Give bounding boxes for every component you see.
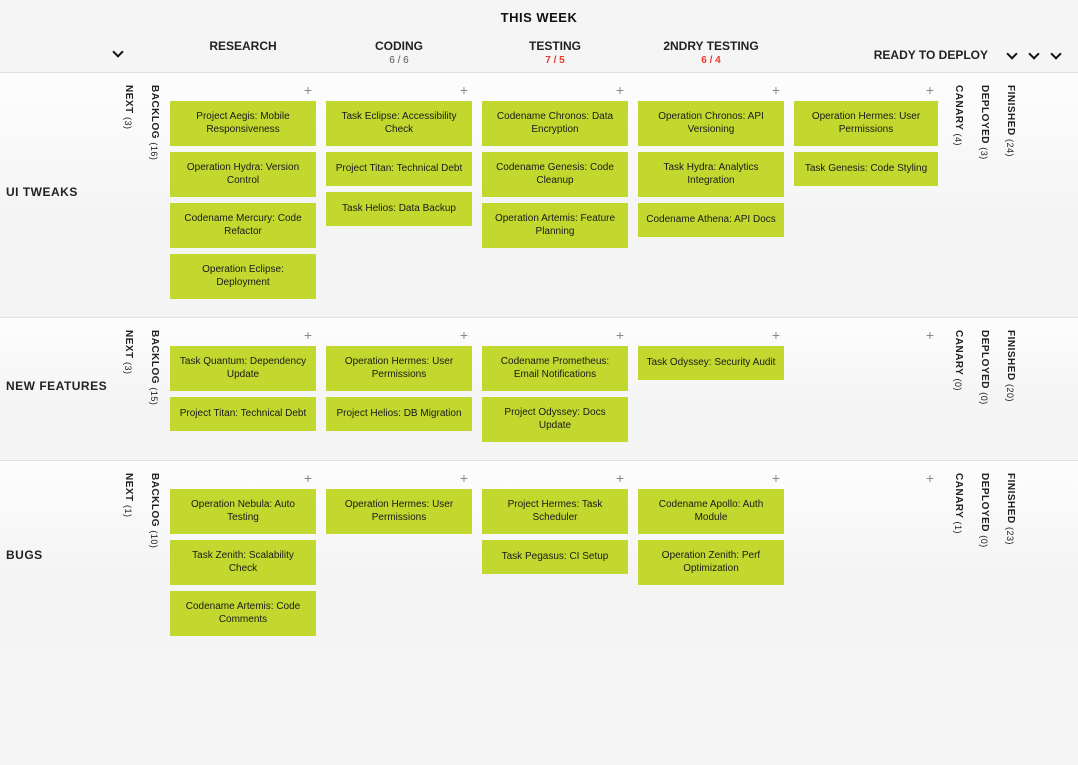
card[interactable]: Task Quantum: Dependency Update — [170, 346, 316, 391]
col-header-testing[interactable]: TESTING — [480, 33, 630, 55]
card[interactable]: Task Eclipse: Accessibility Check — [326, 101, 472, 146]
add-card-icon[interactable]: + — [794, 330, 938, 340]
card[interactable]: Project Odyssey: Docs Update — [482, 397, 628, 442]
collapse-right-3[interactable] — [1048, 46, 1064, 62]
add-card-icon[interactable]: + — [638, 85, 784, 95]
wip-research — [168, 55, 318, 61]
collapsed-deployed[interactable]: DEPLOYED (0) — [972, 469, 992, 552]
add-card-icon[interactable]: + — [482, 85, 628, 95]
ready-to-deploy-header: READY TO DEPLOY — [874, 48, 988, 62]
collapsed-finished[interactable]: FINISHED (20) — [998, 326, 1018, 406]
col-ready[interactable]: + Operation Hermes: User Permissions Task … — [792, 81, 940, 190]
add-card-icon[interactable]: + — [170, 473, 316, 483]
card[interactable]: Task Hydra: Analytics Integration — [638, 152, 784, 197]
collapsed-backlog[interactable]: BACKLOG (16) — [142, 81, 162, 164]
collapsed-next[interactable]: NEXT (1) — [116, 469, 136, 521]
collapsed-canary[interactable]: CANARY (1) — [946, 469, 966, 538]
add-card-icon[interactable]: + — [638, 473, 784, 483]
add-card-icon[interactable]: + — [170, 330, 316, 340]
card[interactable]: Operation Zenith: Perf Optimization — [638, 540, 784, 585]
collapsed-deployed[interactable]: DEPLOYED (3) — [972, 81, 992, 164]
card[interactable]: Codename Apollo: Auth Module — [638, 489, 784, 534]
col-ready[interactable]: + — [792, 326, 940, 344]
add-card-icon[interactable]: + — [326, 473, 472, 483]
add-card-icon[interactable]: + — [170, 85, 316, 95]
card[interactable]: Codename Chronos: Data Encryption — [482, 101, 628, 146]
card[interactable]: Codename Mercury: Code Refactor — [170, 203, 316, 248]
card[interactable]: Codename Athena: API Docs — [638, 203, 784, 237]
card[interactable]: Operation Chronos: API Versioning — [638, 101, 784, 146]
add-card-icon[interactable]: + — [794, 473, 938, 483]
col-testing[interactable]: + Codename Chronos: Data Encryption Codena… — [480, 81, 630, 252]
card[interactable]: Operation Hermes: User Permissions — [794, 101, 938, 146]
collapsed-next[interactable]: NEXT (3) — [116, 326, 136, 378]
card[interactable]: Operation Hermes: User Permissions — [326, 346, 472, 391]
col-secondary[interactable]: + Operation Chronos: API Versioning Task H… — [636, 81, 786, 241]
add-card-icon[interactable]: + — [794, 85, 938, 95]
col-ready[interactable]: + — [792, 469, 940, 487]
lane-label[interactable]: BUGS — [0, 548, 110, 562]
card[interactable]: Project Aegis: Mobile Responsiveness — [170, 101, 316, 146]
col-secondary[interactable]: + Task Odyssey: Security Audit — [636, 326, 786, 384]
card[interactable]: Project Hermes: Task Scheduler — [482, 489, 628, 534]
card[interactable]: Task Helios: Data Backup — [326, 192, 472, 226]
add-card-icon[interactable]: + — [482, 473, 628, 483]
card[interactable]: Codename Genesis: Code Cleanup — [482, 152, 628, 197]
collapsed-finished[interactable]: FINISHED (23) — [998, 469, 1018, 549]
card[interactable]: Codename Prometheus: Email Notifications — [482, 346, 628, 391]
col-secondary[interactable]: + Codename Apollo: Auth Module Operation Z… — [636, 469, 786, 589]
add-card-icon[interactable]: + — [482, 330, 628, 340]
col-research[interactable]: + Operation Nebula: Auto Testing Task Zeni… — [168, 469, 318, 640]
card[interactable]: Project Titan: Technical Debt — [170, 397, 316, 431]
collapsed-finished[interactable]: FINISHED (24) — [998, 81, 1018, 161]
col-testing[interactable]: + Project Hermes: Task Scheduler Task Pega… — [480, 469, 630, 578]
wip-secondary: 6 / 4 — [636, 55, 786, 72]
col-research[interactable]: + Task Quantum: Dependency Update Project … — [168, 326, 318, 435]
card[interactable]: Operation Nebula: Auto Testing — [170, 489, 316, 534]
collapse-right-2[interactable] — [1026, 46, 1042, 62]
col-coding[interactable]: + Task Eclipse: Accessibility Check Projec… — [324, 81, 474, 230]
collapsed-deployed[interactable]: DEPLOYED (0) — [972, 326, 992, 409]
card[interactable]: Operation Artemis: Feature Planning — [482, 203, 628, 248]
col-header-secondary[interactable]: 2NDRY TESTING — [636, 33, 786, 55]
lane-label[interactable]: UI TWEAKS — [0, 185, 110, 199]
card[interactable]: Task Pegasus: CI Setup — [482, 540, 628, 574]
add-card-icon[interactable]: + — [638, 330, 784, 340]
collapsed-canary[interactable]: CANARY (0) — [946, 326, 966, 395]
collapse-right-1[interactable] — [1004, 46, 1020, 62]
col-header-research[interactable]: RESEARCH — [168, 33, 318, 55]
wip-coding: 6 / 6 — [324, 55, 474, 72]
collapsed-backlog[interactable]: BACKLOG (10) — [142, 469, 162, 552]
add-card-icon[interactable]: + — [326, 330, 472, 340]
col-testing[interactable]: + Codename Prometheus: Email Notification… — [480, 326, 630, 446]
col-coding[interactable]: + Operation Hermes: User Permissions Proje… — [324, 326, 474, 435]
card[interactable]: Project Helios: DB Migration — [326, 397, 472, 431]
col-header-coding[interactable]: CODING — [324, 33, 474, 55]
collapse-left-1[interactable] — [110, 44, 126, 60]
collapsed-backlog[interactable]: BACKLOG (15) — [142, 326, 162, 409]
section-title: THIS WEEK — [0, 0, 1078, 29]
lane-label[interactable]: NEW FEATURES — [0, 379, 110, 393]
card[interactable]: Task Zenith: Scalability Check — [170, 540, 316, 585]
card[interactable]: Project Titan: Technical Debt — [326, 152, 472, 186]
wip-testing: 7 / 5 — [480, 55, 630, 72]
add-card-icon[interactable]: + — [326, 85, 472, 95]
col-coding[interactable]: + Operation Hermes: User Permissions — [324, 469, 474, 538]
card[interactable]: Codename Artemis: Code Comments — [170, 591, 316, 636]
card[interactable]: Task Odyssey: Security Audit — [638, 346, 784, 380]
card[interactable]: Operation Eclipse: Deployment — [170, 254, 316, 299]
card[interactable]: Operation Hermes: User Permissions — [326, 489, 472, 534]
col-research[interactable]: + Project Aegis: Mobile Responsiveness Ope… — [168, 81, 318, 303]
collapsed-next[interactable]: NEXT (3) — [116, 81, 136, 133]
collapsed-canary[interactable]: CANARY (4) — [946, 81, 966, 150]
card[interactable]: Operation Hydra: Version Control — [170, 152, 316, 197]
card[interactable]: Task Genesis: Code Styling — [794, 152, 938, 186]
